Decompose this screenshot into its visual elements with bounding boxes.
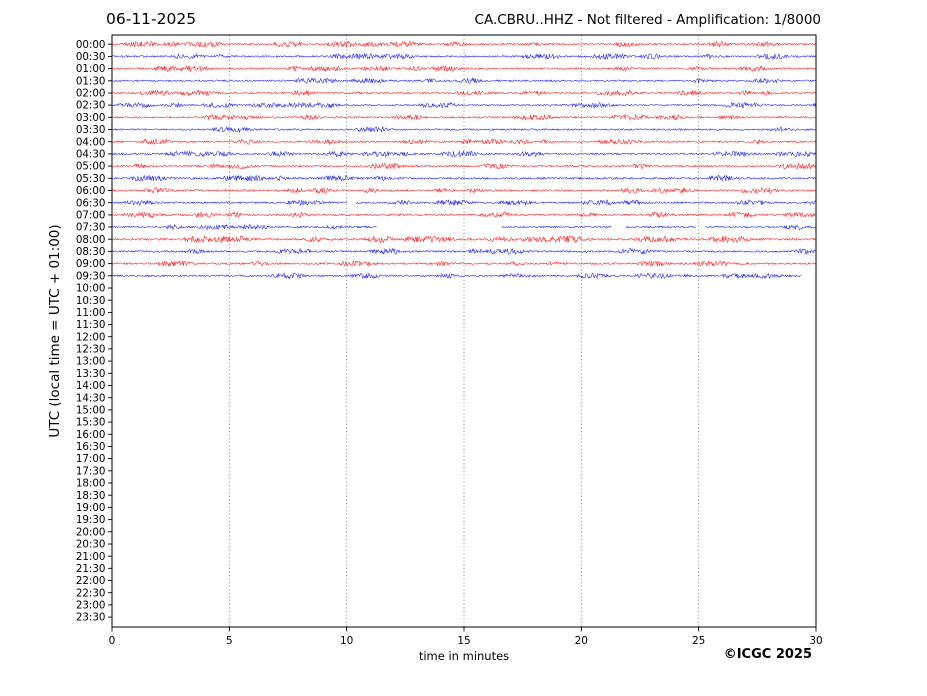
y-tick-label: 14:30 xyxy=(76,392,106,404)
y-tick-label: 18:30 xyxy=(76,490,106,502)
y-tick-label: 01:00 xyxy=(76,63,106,75)
y-tick-label: 20:30 xyxy=(76,539,106,551)
y-tick-label: 16:30 xyxy=(76,441,106,453)
seismogram-plot: 00:0000:3001:0001:3002:0002:3003:0003:30… xyxy=(0,0,927,696)
y-tick-label: 10:00 xyxy=(76,283,106,295)
y-tick-label: 00:00 xyxy=(76,39,106,51)
x-tick-label: 5 xyxy=(226,635,233,647)
y-tick-label: 21:30 xyxy=(76,563,106,575)
trace-02:00 xyxy=(112,90,816,95)
trace-00:30 xyxy=(112,54,816,59)
y-tick-label: 04:30 xyxy=(76,149,106,161)
trace-02:30 xyxy=(112,103,816,108)
y-tick-label: 06:30 xyxy=(76,197,106,209)
trace-03:00 xyxy=(112,115,816,120)
y-tick-label: 08:30 xyxy=(76,246,106,258)
y-tick-label: 22:30 xyxy=(76,587,106,599)
y-tick-label: 13:00 xyxy=(76,356,106,368)
y-tick-label: 03:00 xyxy=(76,112,106,124)
traces xyxy=(112,41,816,278)
y-tick-label: 15:30 xyxy=(76,417,106,429)
y-tick-label: 11:30 xyxy=(76,319,106,331)
y-tick-label: 12:00 xyxy=(76,331,106,343)
trace-07:30 xyxy=(112,224,816,229)
y-tick-label: 02:30 xyxy=(76,100,106,112)
y-tick-label: 15:00 xyxy=(76,405,106,417)
x-tick-label: 30 xyxy=(809,635,822,647)
x-tick-labels: 0 5 10 15 20 25 30 xyxy=(109,627,823,647)
y-tick-label: 23:30 xyxy=(76,612,106,624)
y-tick-label: 17:30 xyxy=(76,465,106,477)
y-tick-label: 06:00 xyxy=(76,185,106,197)
y-tick-label: 09:30 xyxy=(76,270,106,282)
y-tick-label: 18:00 xyxy=(76,478,106,490)
y-tick-label: 02:00 xyxy=(76,88,106,100)
x-axis-label: time in minutes xyxy=(419,649,509,663)
y-tick-label: 00:30 xyxy=(76,51,106,63)
helicorder-page: 06-11-2025 CA.CBRU..HHZ - Not filtered -… xyxy=(0,0,927,696)
y-tick-label: 05:00 xyxy=(76,161,106,173)
y-tick-label: 05:30 xyxy=(76,173,106,185)
y-tick-label: 13:30 xyxy=(76,368,106,380)
x-tick-label: 0 xyxy=(109,635,116,647)
y-tick-label: 17:00 xyxy=(76,453,106,465)
trace-09:30 xyxy=(112,273,802,278)
trace-07:00 xyxy=(112,212,816,218)
y-tick-label: 10:30 xyxy=(76,295,106,307)
y-tick-label: 07:30 xyxy=(76,222,106,234)
y-tick-label: 19:30 xyxy=(76,514,106,526)
y-tick-label: 12:30 xyxy=(76,344,106,356)
y-tick-label: 09:00 xyxy=(76,258,106,270)
gridlines xyxy=(229,35,698,627)
y-tick-label: 22:00 xyxy=(76,575,106,587)
y-tick-label: 21:00 xyxy=(76,551,106,563)
y-tick-label: 03:30 xyxy=(76,124,106,136)
y-tick-labels: 00:0000:3001:0001:3002:0002:3003:0003:30… xyxy=(76,39,112,624)
trace-01:00 xyxy=(112,66,816,71)
y-tick-label: 08:00 xyxy=(76,234,106,246)
x-tick-label: 15 xyxy=(457,635,470,647)
y-tick-label: 19:00 xyxy=(76,502,106,514)
y-tick-label: 14:00 xyxy=(76,380,106,392)
x-tick-label: 10 xyxy=(340,635,353,647)
y-tick-label: 20:00 xyxy=(76,526,106,538)
copyright-credit: ©ICGC 2025 xyxy=(724,647,812,662)
y-tick-label: 11:00 xyxy=(76,307,106,319)
x-tick-label: 25 xyxy=(692,635,705,647)
trace-03:30 xyxy=(112,127,816,132)
y-tick-label: 16:00 xyxy=(76,429,106,441)
x-tick-label: 20 xyxy=(575,635,588,647)
trace-05:00 xyxy=(112,163,816,169)
trace-08:30 xyxy=(112,249,816,255)
y-tick-label: 01:30 xyxy=(76,75,106,87)
y-tick-label: 04:00 xyxy=(76,136,106,148)
y-tick-label: 23:00 xyxy=(76,600,106,612)
y-tick-label: 07:00 xyxy=(76,210,106,222)
